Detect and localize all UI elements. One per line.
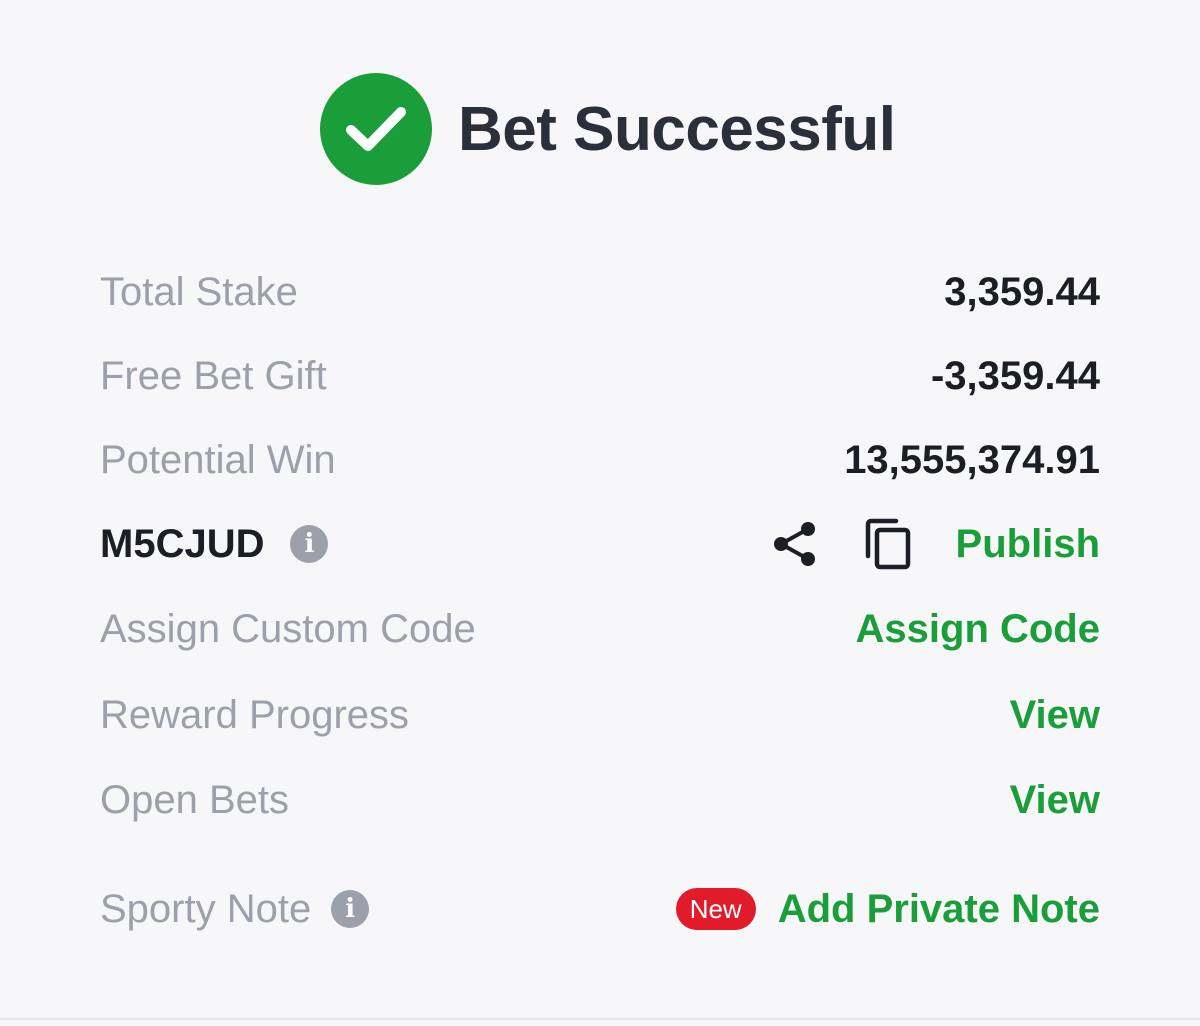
total-stake-row: Total Stake 3,359.44 xyxy=(100,262,1100,322)
open-bets-row: Open Bets View xyxy=(100,770,1100,830)
potential-win-value: 13,555,374.91 xyxy=(844,437,1100,482)
assign-code-button[interactable]: Assign Code xyxy=(856,607,1100,652)
info-icon[interactable]: i xyxy=(290,525,329,563)
booking-code-row: M5CJUD i Publish xyxy=(100,514,1100,574)
bet-success-panel: Bet Successful Total Stake 3,359.44 Free… xyxy=(0,0,1200,1026)
sporty-note-row: Sporty Note i New Add Private Note xyxy=(100,879,1100,939)
check-circle-icon xyxy=(320,73,432,185)
booking-code[interactable]: M5CJUD xyxy=(100,522,264,567)
success-header: Bet Successful xyxy=(320,72,896,186)
share-icon[interactable] xyxy=(772,520,818,568)
booking-code-group: M5CJUD i xyxy=(100,522,329,567)
copy-icon[interactable] xyxy=(864,518,912,570)
open-bets-view-button[interactable]: View xyxy=(1010,778,1100,823)
custom-code-row: Assign Custom Code Assign Code xyxy=(100,599,1100,659)
sporty-note-actions: New Add Private Note xyxy=(675,887,1100,932)
reward-progress-row: Reward Progress View xyxy=(100,685,1100,745)
publish-button[interactable]: Publish xyxy=(956,522,1100,567)
add-private-note-button[interactable]: Add Private Note xyxy=(778,887,1100,932)
total-stake-label: Total Stake xyxy=(100,269,298,314)
sporty-note-group: Sporty Note i xyxy=(100,886,370,932)
free-bet-gift-label: Free Bet Gift xyxy=(100,353,327,398)
info-icon[interactable]: i xyxy=(331,890,370,928)
reward-progress-view-button[interactable]: View xyxy=(1010,693,1100,738)
free-bet-gift-value: -3,359.44 xyxy=(930,353,1100,398)
new-badge: New xyxy=(675,888,756,930)
open-bets-label: Open Bets xyxy=(100,777,290,822)
page-title: Bet Successful xyxy=(458,94,896,164)
sporty-note-label: Sporty Note xyxy=(100,886,312,931)
divider xyxy=(0,1018,1200,1020)
potential-win-label: Potential Win xyxy=(100,437,336,482)
reward-progress-label: Reward Progress xyxy=(100,692,410,737)
total-stake-value: 3,359.44 xyxy=(944,269,1100,314)
booking-actions: Publish xyxy=(772,518,1100,570)
free-bet-gift-row: Free Bet Gift -3,359.44 xyxy=(100,346,1100,406)
assign-custom-code-label: Assign Custom Code xyxy=(100,606,476,651)
potential-win-row: Potential Win 13,555,374.91 xyxy=(100,430,1100,490)
